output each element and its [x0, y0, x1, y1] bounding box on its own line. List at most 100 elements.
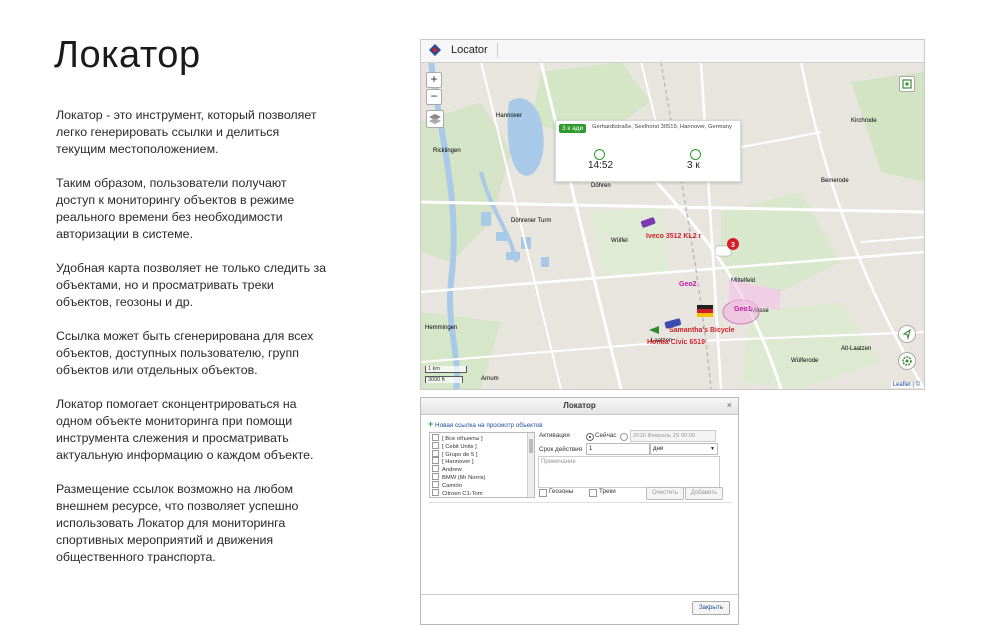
map-titlebar: Locator — [421, 40, 924, 63]
vehicle-geo1[interactable]: Geo1 — [734, 306, 752, 313]
object-checkbox[interactable] — [432, 488, 439, 496]
paragraph-line: Размещение ссылок возможно на любом — [56, 482, 293, 496]
duration-label: Срок действия — [539, 446, 583, 453]
speed-icon — [690, 149, 701, 160]
tracks-label: Треки — [599, 488, 616, 495]
tracks-checkbox[interactable] — [589, 489, 597, 497]
paragraph-line: Таким образом, пользователи получают — [56, 176, 287, 190]
map-window-title: Locator — [451, 44, 488, 56]
vehicle-label-honda: Honda Civic 6519 — [647, 339, 705, 346]
paragraph-embed: Размещение ссылок возможно на любом внеш… — [56, 481, 346, 566]
object-list-item[interactable]: [ Hannover ] — [432, 457, 474, 465]
locate-button[interactable] — [898, 325, 916, 343]
geozones-checkbox[interactable] — [539, 489, 547, 497]
place-label: Kirchrode — [851, 118, 877, 124]
layers-button[interactable] — [426, 110, 444, 128]
paragraph-line: объектами, но и просматривать треки — [56, 278, 274, 292]
map-attribution[interactable]: Leaflet | © — [890, 382, 922, 388]
place-label: Wülferode — [791, 358, 819, 364]
list-scrollbar[interactable] — [527, 433, 534, 497]
paragraph-line: легко генерировать ссылки и делиться — [56, 125, 280, 139]
place-label: Hemmingen — [425, 325, 457, 331]
fullscreen-button[interactable] — [899, 76, 915, 92]
place-label: Alt-Laatzen — [841, 346, 871, 352]
paragraph-line: Удобная карта позволяет не только следит… — [56, 261, 327, 275]
zoom-in-button[interactable]: + — [426, 72, 442, 88]
settings-button[interactable] — [898, 352, 916, 370]
note-textarea[interactable]: Примечание — [538, 456, 720, 488]
popup-count: 3 к — [687, 160, 700, 171]
activation-label: Активация — [539, 432, 570, 439]
vehicle-label-iveco: Iveco 3512 KL2 r — [646, 233, 702, 240]
map-canvas[interactable]: Hannover Döhren Döhrener Turm Wülfel Bem… — [421, 62, 924, 389]
now-radio[interactable] — [586, 433, 594, 441]
cluster-count: 3 — [731, 242, 735, 249]
paragraph-line: одном объекте мониторинга при помощи — [56, 414, 293, 428]
paragraph-intro: Локатор - это инструмент, который позвол… — [56, 107, 346, 158]
scale-km: 1 km — [425, 366, 467, 373]
object-list-item[interactable]: Camión — [432, 480, 462, 489]
popup-address: Gerhardtstraße, Seelhorst 30519, Hannove… — [592, 124, 732, 130]
layers-icon — [429, 114, 441, 124]
close-button[interactable]: Закрыть — [692, 601, 730, 615]
date-input[interactable]: 2016 Февраль 29 00:00 — [630, 430, 716, 442]
paragraph-line: Локатор помогает сконцентрироваться на — [56, 397, 297, 411]
object-list-item[interactable]: [ Grupo de 5 ] — [432, 449, 477, 458]
paragraph-line: текущим местоположением. — [56, 142, 219, 156]
object-checkbox[interactable] — [432, 465, 439, 473]
flag-germany-icon[interactable] — [697, 305, 713, 317]
paragraph-line: доступ к мониторингу объектов в режиме — [56, 193, 295, 207]
paragraph-line: авторизации в системе. — [56, 227, 194, 241]
object-checkbox[interactable] — [432, 441, 439, 449]
object-list-item[interactable]: Andrew — [432, 465, 462, 473]
zoom-out-button[interactable]: − — [426, 89, 442, 105]
place-label: Bemerode — [821, 178, 849, 184]
add-button[interactable]: Добавить — [685, 487, 723, 500]
duration-unit-value: дни — [653, 446, 664, 452]
dialog-header: Локатор × — [421, 398, 738, 415]
page-title: Локатор — [54, 34, 201, 76]
chevron-down-icon: ▼ — [710, 446, 715, 452]
duration-unit-select[interactable]: дни ▼ — [650, 443, 718, 455]
paragraph-line: спортивных мероприятий и движения — [56, 533, 274, 547]
vehicle-samantha-bicycle[interactable]: Samantha's Bicycle — [669, 327, 735, 334]
paragraph-line: объектов, геозоны и др. — [56, 295, 194, 309]
date-radio[interactable] — [620, 433, 628, 441]
place-label: Döhrener Turm — [511, 218, 551, 224]
geozone-label-geo2: Geo2 — [679, 281, 697, 288]
new-link-button[interactable]: + Новая ссылка на просмотр объектов — [428, 419, 543, 429]
geozones-label: Геозоны — [549, 488, 574, 495]
gear-icon — [902, 356, 912, 366]
paragraph-line: объектов, доступных пользователю, групп — [56, 346, 299, 360]
popup-badge: 3 к ади — [559, 124, 587, 133]
fullscreen-icon — [902, 79, 912, 89]
object-checkbox[interactable] — [432, 473, 439, 480]
plus-icon: + — [428, 419, 434, 429]
scale-ft: 3000 ft — [425, 376, 463, 383]
paragraph-line: объектов или отдельных объектов. — [56, 363, 258, 377]
paragraph-links: Ссылка может быть сгенерирована для всех… — [56, 328, 346, 379]
navigation-arrow-icon — [902, 328, 911, 341]
duration-input[interactable]: 1 — [586, 443, 650, 455]
paragraph-access: Таким образом, пользователи получают дос… — [56, 175, 346, 243]
new-link-label: Новая ссылка на просмотр объектов — [435, 422, 543, 429]
paragraph-map: Удобная карта позволяет не только следит… — [56, 260, 346, 311]
objects-list[interactable]: [ Все объекты ][ Cebit Units ][ Grupo de… — [429, 432, 535, 498]
paragraph-line: Локатор - это инструмент, который позвол… — [56, 108, 317, 122]
clear-button[interactable]: Очистить — [646, 487, 684, 500]
object-list-item[interactable]: [ Все объекты ] — [432, 434, 483, 442]
paragraph-focus: Локатор помогает сконцентрироваться на о… — [56, 396, 346, 464]
object-checkbox[interactable] — [432, 480, 439, 488]
vehicle-label-samantha: Samantha's Bicycle — [669, 327, 735, 334]
object-list-item[interactable]: Citroen C1-Tom — [432, 488, 483, 497]
object-checkbox[interactable] — [432, 434, 439, 441]
object-list-item[interactable]: BMW (Mr Norris) — [432, 473, 485, 481]
paragraph-line: общественного транспорта. — [56, 550, 216, 564]
dialog-close-icon[interactable]: × — [727, 400, 732, 410]
object-list-item[interactable]: [ Cebit Units ] — [432, 441, 477, 450]
object-checkbox[interactable] — [432, 449, 439, 457]
place-label: Arnum — [481, 376, 499, 382]
object-checkbox[interactable] — [432, 457, 439, 465]
paragraph-line: внешнем ресурсе, что позволяет успешно — [56, 499, 299, 513]
vehicle-popup: 3 к ади Gerhardtstraße, Seelhorst 30519,… — [555, 120, 741, 182]
